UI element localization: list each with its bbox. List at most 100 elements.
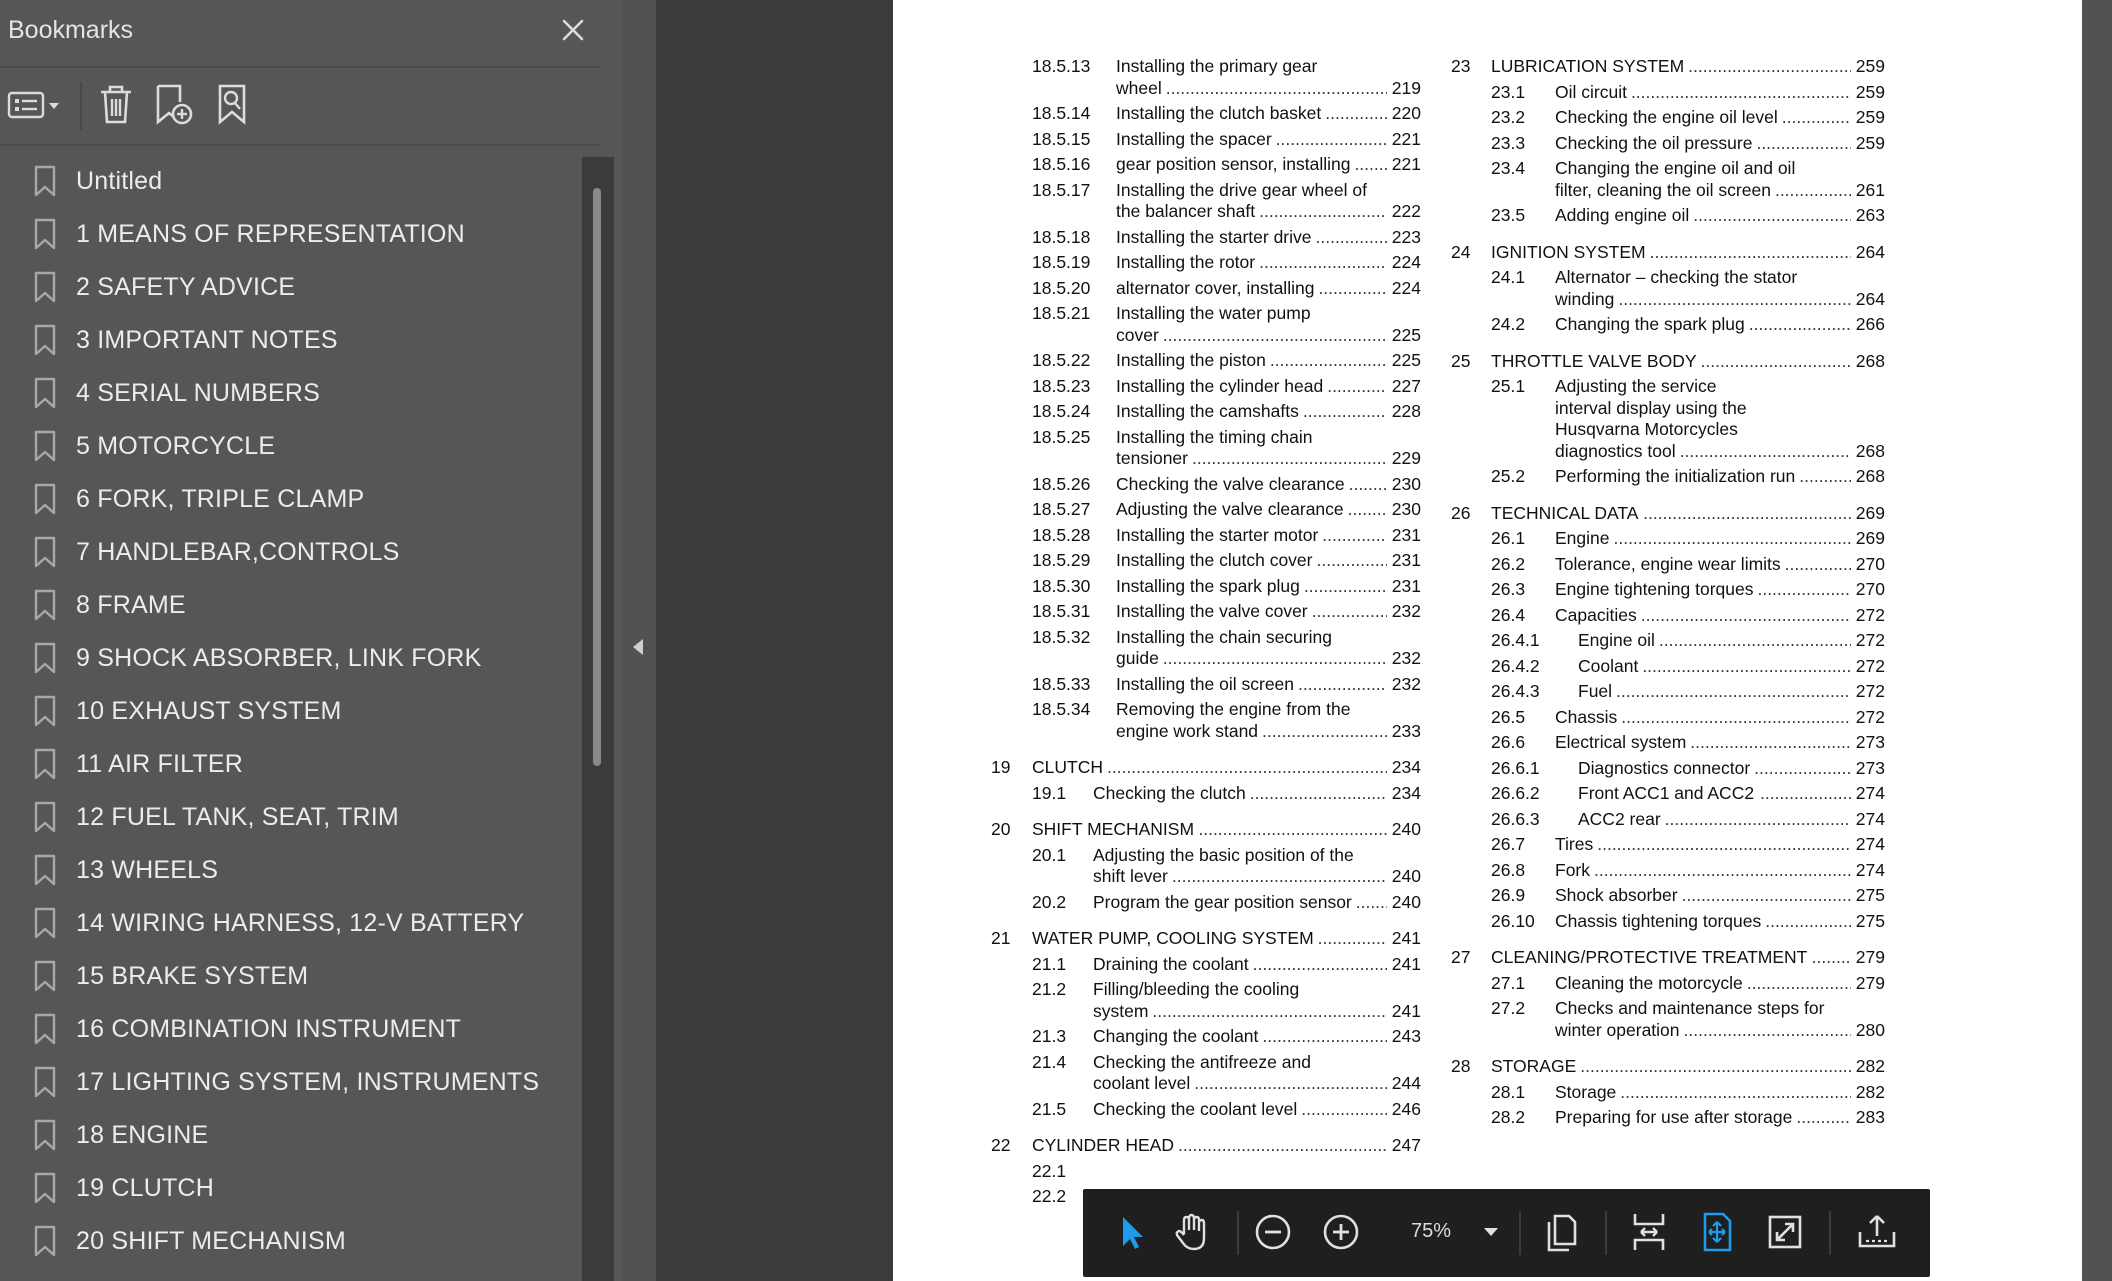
bookmark-item[interactable]: 18 ENGINE [0,1109,580,1162]
toc-entry[interactable]: 26.6.1 Diagnostics connector.............… [893,757,2082,779]
toc-entry[interactable]: 23.1 Oil circuit.........................… [893,81,2082,103]
bookmark-item[interactable]: 11 AIR FILTER [0,738,580,791]
toc-entry[interactable]: 26.2 Tolerance, engine wear limits.......… [893,553,2082,575]
bookmark-item[interactable]: 13 WHEELS [0,844,580,897]
options-menu-icon[interactable] [6,80,66,128]
toc-entry[interactable]: 26.5 Chassis.............................… [893,706,2082,728]
toc-entry[interactable]: 27.2 Checks and maintenance steps for wint… [893,997,2082,1040]
toc-title: Front ACC1 and ACC2 [1578,783,1755,803]
toc-entry[interactable]: 28.1 Storage.............................… [893,1081,2082,1103]
chevron-down-icon[interactable] [1477,1207,1505,1257]
bookmark-item[interactable]: 4 SERIAL NUMBERS [0,367,580,420]
toc-number: 24.2 [1491,314,1526,334]
bookmark-item[interactable]: 6 FORK, TRIPLE CLAMP [0,473,580,526]
toc-entry[interactable]: 23.3 Checking the oil pressure...........… [893,132,2082,154]
toc-number: 25.1 [1491,376,1526,396]
add-bookmark-icon[interactable] [152,80,200,128]
toc-chapter-entry[interactable]: 27 CLEANING/PROTECTIVE TREATMENT.........… [893,946,2082,968]
toc-entry[interactable]: 26.6.2 Front ACC1 and ACC2...............… [893,782,2082,804]
toc-page-number: 272 [1855,604,1885,625]
bookmark-item[interactable]: 10 EXHAUST SYSTEM [0,685,580,738]
share-export-icon[interactable] [1853,1207,1901,1257]
toc-entry[interactable]: 26.8 Fork................................… [893,859,2082,881]
toc-entry[interactable]: 23.4 Changing the engine oil and oil filte… [893,157,2082,200]
bookmark-item[interactable]: 16 COMBINATION INSTRUMENT [0,1003,580,1056]
toc-page-number: 264 [1855,241,1885,262]
toolbar-separator [1237,1211,1239,1255]
bookmark-item[interactable]: 9 SHOCK ABSORBER, LINK FORK [0,632,580,685]
page-thumbnails-icon[interactable] [1539,1207,1583,1257]
toc-entry[interactable]: 22.1 [893,1160,2082,1182]
toc-chapter-entry[interactable]: 28 STORAGE...............................… [893,1055,2082,1077]
zoom-level[interactable]: 75% [1411,1220,1451,1243]
toc-entry[interactable]: 27.1 Cleaning the motorcycle.............… [893,972,2082,994]
toc-entry[interactable]: 26.1 Engine..............................… [893,527,2082,549]
toc-entry[interactable]: 26.4.2 Coolant...........................… [893,655,2082,677]
toc-page-number: 268 [1855,440,1885,461]
toc-entry[interactable]: 23.5 Adding engine oil...................… [893,204,2082,226]
bookmark-icon [34,854,56,886]
toc-chapter-entry[interactable]: 26 TECHNICAL DATA........................… [893,502,2082,524]
bookmark-scrollbar-thumb[interactable] [593,188,601,766]
bookmark-item[interactable]: 5 MOTORCYCLE [0,420,580,473]
toc-number: 26.10 [1491,910,1535,931]
toc-entry[interactable]: 25.1 Adjusting the service interval displa… [893,375,2082,461]
toc-page-number: 270 [1855,553,1885,574]
zoom-in-icon[interactable] [1319,1207,1363,1257]
toc-entry[interactable]: 26.4.3 Fuel..............................… [893,680,2082,702]
toc-leader-dots: ........................................… [1620,1081,1851,1102]
toc-number: 26.1 [1491,528,1526,548]
toc-title: Checking the engine oil level [1555,107,1778,127]
zoom-out-icon[interactable] [1251,1207,1295,1257]
toc-leader-dots: ........................................… [1774,179,1851,200]
toc-entry[interactable]: 26.4 Capacities..........................… [893,604,2082,626]
bookmark-item[interactable]: 19 CLUTCH [0,1162,580,1215]
fit-width-icon[interactable] [1627,1207,1671,1257]
toc-entry[interactable]: 26.4.1 Engine oil........................… [893,629,2082,651]
fit-page-icon[interactable] [1695,1207,1739,1257]
bookmark-item[interactable]: 7 HANDLEBAR,CONTROLS [0,526,580,579]
delete-bookmark-icon[interactable] [94,80,138,128]
bookmark-item[interactable]: 1 MEANS OF REPRESENTATION [0,208,580,261]
hand-tool-icon[interactable] [1169,1207,1215,1257]
toc-leader-dots: ........................................… [1640,604,1851,625]
full-screen-icon[interactable] [1763,1207,1807,1257]
bookmark-item[interactable]: 12 FUEL TANK, SEAT, TRIM [0,791,580,844]
toc-entry[interactable]: 26.6.3 ACC2 rear.........................… [893,808,2082,830]
toc-number: 22.2 [1032,1186,1067,1206]
toc-leader-dots: ........................................… [1664,808,1851,829]
select-tool-icon[interactable] [1111,1207,1151,1257]
toc-chapter-entry[interactable]: 24 IGNITION SYSTEM.......................… [893,241,2082,263]
bookmark-item[interactable]: 15 BRAKE SYSTEM [0,950,580,1003]
toc-entry[interactable]: 23.2 Checking the engine oil level.......… [893,106,2082,128]
bookmark-item[interactable]: 20 SHIFT MECHANISM [0,1215,580,1268]
find-bookmark-icon[interactable] [214,80,258,128]
toc-chapter-entry[interactable]: 25 THROTTLE VALVE BODY...................… [893,350,2082,372]
bookmark-item[interactable]: 17 LIGHTING SYSTEM, INSTRUMENTS [0,1056,580,1109]
toc-entry[interactable]: 26.3 Engine tightening torques...........… [893,578,2082,600]
bookmark-icon [34,165,56,197]
toc-entry[interactable]: 26.7 Tires...............................… [893,833,2082,855]
toc-entry[interactable]: 26.10 Chassis tightening torques.........… [893,910,2082,932]
toc-number: 23.4 [1491,158,1526,178]
bookmark-item[interactable]: 2 SAFETY ADVICE [0,261,580,314]
bookmark-item[interactable]: 8 FRAME [0,579,580,632]
toc-entry[interactable]: 24.2 Changing the spark plug.............… [893,313,2082,335]
bookmark-icon [34,1066,56,1098]
collapse-panel-icon[interactable] [630,636,646,658]
toc-entry[interactable]: 28.2 Preparing for use after storage.....… [893,1106,2082,1128]
toc-chapter-entry[interactable]: 23 LUBRICATION SYSTEM....................… [893,55,2082,77]
toc-entry[interactable]: 26.9 Shock absorber......................… [893,884,2082,906]
bookmark-item[interactable]: 3 IMPORTANT NOTES [0,314,580,367]
toc-entry[interactable]: 26.6 Electrical system...................… [893,731,2082,753]
close-icon[interactable] [555,12,591,48]
toc-number: 26.2 [1491,553,1526,574]
toc-number: 28 [1451,1056,1471,1076]
bookmark-icon [34,695,56,727]
toc-chapter-entry[interactable]: 22 CYLINDER HEAD.........................… [893,1134,2082,1156]
bookmark-item[interactable]: Untitled [0,155,580,208]
toc-entry[interactable]: 25.2 Performing the initialization run...… [893,465,2082,487]
bookmark-icon [34,589,56,621]
toc-entry[interactable]: 24.1 Alternator – checking the stator wind… [893,266,2082,309]
bookmark-item[interactable]: 14 WIRING HARNESS, 12-V BATTERY [0,897,580,950]
